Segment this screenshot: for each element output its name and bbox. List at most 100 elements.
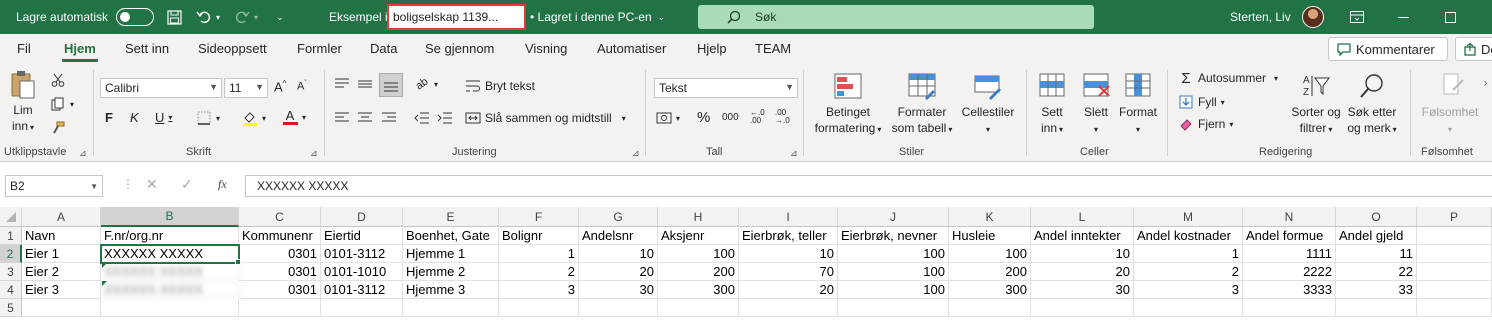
cell-e5[interactable]	[403, 299, 499, 317]
cell-p2[interactable]	[1417, 245, 1492, 263]
bold-button[interactable]: F	[105, 110, 113, 125]
cell-j4[interactable]: 100	[838, 281, 949, 299]
active-cell[interactable]: XXXXXX XXXXX	[100, 244, 240, 264]
font-color-dropdown-icon[interactable]: ▾	[302, 113, 306, 122]
orientation-button[interactable]: ab ▾	[414, 76, 438, 93]
fill-handle[interactable]	[235, 259, 241, 265]
cell-a4[interactable]: Eier 3	[22, 281, 101, 299]
cell-j3[interactable]: 100	[838, 263, 949, 281]
cell-n1[interactable]: Andel formue	[1243, 227, 1336, 245]
conditional-formatting-dropdown-icon[interactable]: ▾	[877, 125, 881, 134]
tab-help[interactable]: Hjelp	[697, 41, 727, 56]
cell-j5[interactable]	[838, 299, 949, 317]
cell-i2[interactable]: 10	[739, 245, 838, 263]
cell-n2[interactable]: 1111	[1243, 245, 1336, 263]
column-header-p[interactable]: P	[1417, 207, 1492, 227]
cell-p5[interactable]	[1417, 299, 1492, 317]
sensitivity-dropdown-icon[interactable]: ▾	[1448, 125, 1452, 134]
font-size-select[interactable]: 11 ▼	[224, 78, 268, 98]
cell-g4[interactable]: 30	[579, 281, 658, 299]
cell-c1[interactable]: Kommunenr	[239, 227, 321, 245]
increase-indent-button[interactable]	[437, 110, 453, 126]
tab-home[interactable]: Hjem	[62, 41, 98, 62]
align-right-button[interactable]	[381, 110, 397, 126]
cell-a2[interactable]: Eier 1	[22, 245, 101, 263]
cell-d5[interactable]	[321, 299, 403, 317]
search-box[interactable]: Søk	[698, 5, 1094, 29]
cell-l4[interactable]: 30	[1031, 281, 1134, 299]
clear-dropdown-icon[interactable]: ▾	[1229, 120, 1233, 129]
decrease-indent-button[interactable]	[414, 110, 430, 126]
clear-button[interactable]: Fjern ▾	[1178, 116, 1233, 132]
insert-cells-dropdown-icon[interactable]: ▾	[1059, 125, 1063, 134]
formula-input[interactable]: XXXXXX XXXXX	[245, 175, 1492, 197]
cell-o4[interactable]: 33	[1336, 281, 1417, 299]
enter-formula-icon[interactable]: ✓	[181, 176, 193, 193]
font-name-select[interactable]: Calibri ▼	[100, 78, 222, 98]
cell-l3[interactable]: 20	[1031, 263, 1134, 281]
cell-h1[interactable]: Aksjenr	[658, 227, 739, 245]
fill-color-dropdown-icon[interactable]: ▾	[262, 114, 266, 123]
cell-h5[interactable]	[658, 299, 739, 317]
decrease-font-size-button[interactable]: Aˇ	[297, 80, 307, 93]
accounting-dropdown-icon[interactable]: ▾	[676, 114, 680, 123]
column-header-a[interactable]: A	[22, 207, 101, 227]
cell-h2[interactable]: 100	[658, 245, 739, 263]
copy-dropdown-icon[interactable]: ▾	[70, 100, 74, 109]
fill-color-button[interactable]: ▾	[242, 110, 266, 126]
cell-e1[interactable]: Boenhet, Gate	[403, 227, 499, 245]
merge-center-button[interactable]: Slå sammen og midtstill ▾	[465, 110, 626, 126]
paste-button[interactable]: Lim inn ▾	[8, 70, 38, 136]
paste-dropdown-icon[interactable]: ▾	[30, 123, 34, 132]
cell-a5[interactable]	[22, 299, 101, 317]
cell-e2[interactable]: Hjemme 1	[403, 245, 499, 263]
format-painter-button[interactable]	[50, 120, 66, 136]
cell-h3[interactable]: 200	[658, 263, 739, 281]
delete-cells-button[interactable]: Slett ▾	[1076, 72, 1116, 138]
tab-formulas[interactable]: Formler	[297, 41, 342, 56]
fill-button[interactable]: Fyll ▾	[1178, 94, 1225, 110]
cell-b1[interactable]: F.nr/org.nr	[101, 227, 239, 245]
minimize-icon[interactable]	[1398, 16, 1409, 18]
cell-f1[interactable]: Bolignr	[499, 227, 579, 245]
cell-f3[interactable]: 2	[499, 263, 579, 281]
cell-o5[interactable]	[1336, 299, 1417, 317]
find-select-dropdown-icon[interactable]: ▾	[1393, 125, 1397, 134]
cell-o3[interactable]: 22	[1336, 263, 1417, 281]
format-as-table-button[interactable]: Formater som tabell ▾	[887, 72, 957, 138]
row-header-3[interactable]: 3	[0, 263, 22, 281]
name-box-dropdown-icon[interactable]: ▼	[90, 182, 98, 191]
percent-style-button[interactable]: %	[697, 109, 710, 126]
cell-j1[interactable]: Eierbrøk, nevner	[838, 227, 949, 245]
cell-b5[interactable]	[101, 299, 239, 317]
cell-b4[interactable]: XXXXXX XXXXX	[101, 281, 239, 299]
cell-p4[interactable]	[1417, 281, 1492, 299]
cell-p3[interactable]	[1417, 263, 1492, 281]
cell-g3[interactable]: 20	[579, 263, 658, 281]
clipboard-dialog-launcher-icon[interactable]: ⊿	[79, 148, 87, 159]
cell-d3[interactable]: 0101-1010	[321, 263, 403, 281]
save-status-dropdown-icon[interactable]: ⌄	[658, 12, 666, 23]
redo-icon[interactable]	[234, 9, 250, 25]
cell-g1[interactable]: Andelsnr	[579, 227, 658, 245]
undo-icon[interactable]	[196, 9, 212, 25]
autosum-button[interactable]: Σ Autosummer ▾	[1178, 70, 1278, 87]
cell-k5[interactable]	[949, 299, 1031, 317]
ribbon-scroll-icon[interactable]: ›	[1484, 78, 1487, 89]
cell-m4[interactable]: 3	[1134, 281, 1243, 299]
cell-i5[interactable]	[739, 299, 838, 317]
delete-cells-dropdown-icon[interactable]: ▾	[1094, 125, 1098, 134]
tab-page-layout[interactable]: Sideoppsett	[198, 41, 267, 56]
cell-i4[interactable]: 20	[739, 281, 838, 299]
cell-a3[interactable]: Eier 2	[22, 263, 101, 281]
cell-f4[interactable]: 3	[499, 281, 579, 299]
cell-o2[interactable]: 11	[1336, 245, 1417, 263]
cell-c4[interactable]: 0301	[239, 281, 321, 299]
cell-p1[interactable]	[1417, 227, 1492, 245]
tab-review[interactable]: Se gjennom	[425, 41, 494, 56]
cell-e3[interactable]: Hjemme 2	[403, 263, 499, 281]
align-top-button[interactable]	[334, 76, 350, 92]
find-select-button[interactable]: Søk etter og merk ▾	[1342, 72, 1402, 138]
cell-i3[interactable]: 70	[739, 263, 838, 281]
row-header-5[interactable]: 5	[0, 299, 22, 317]
